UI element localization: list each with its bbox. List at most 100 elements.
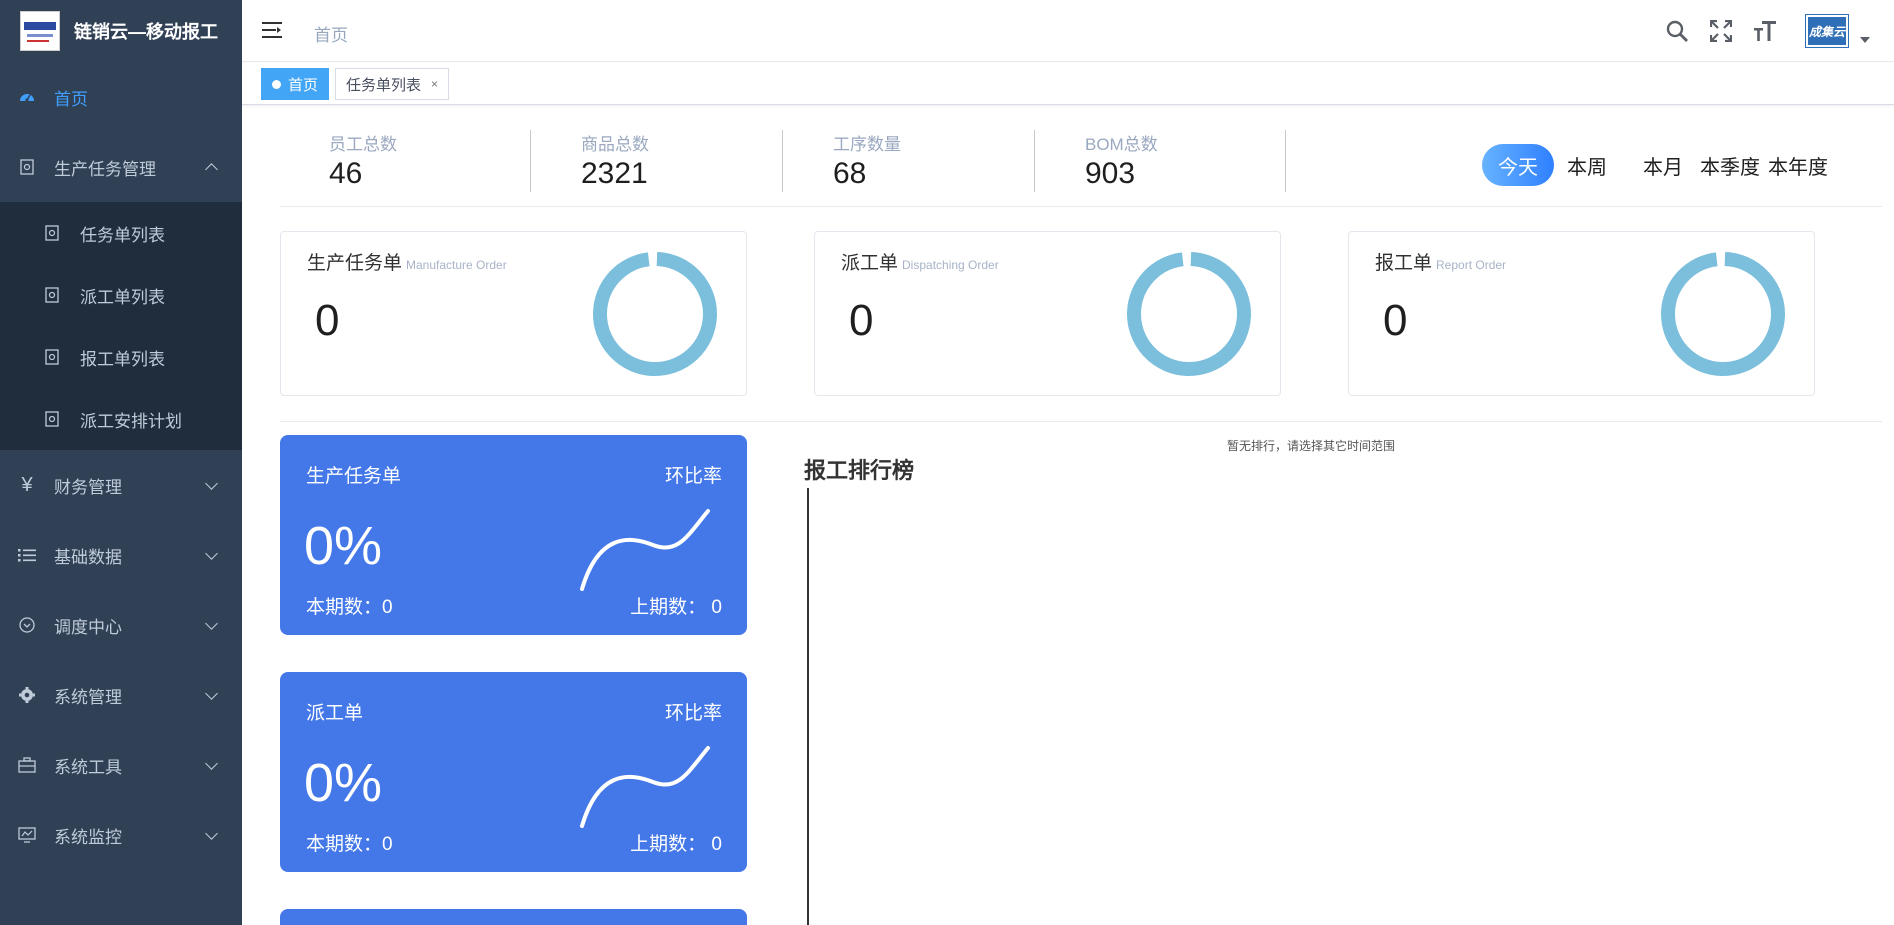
header-actions: 成集云 <box>1664 0 1894 62</box>
list-icon <box>18 546 36 564</box>
stat-employees: 员工总数 46 <box>329 130 579 194</box>
current-period: 本期数：0 <box>306 597 393 618</box>
current-period: 本期数：0 <box>306 834 393 855</box>
sidebar-item-home[interactable]: 首页 <box>0 62 242 132</box>
card-subtitle: Report Order <box>1436 258 1507 272</box>
sidebar-item-system[interactable]: 系统管理 <box>0 660 242 730</box>
app-title: 链销云—移动报工 <box>74 22 218 42</box>
sidebar-item-label: 派工单列表 <box>80 287 165 307</box>
sidebar-item-dispatch-list[interactable]: 派工单列表 <box>0 264 242 326</box>
dashboard-icon <box>18 88 36 106</box>
doc-icon <box>44 411 60 427</box>
sidebar-item-label: 报工单列表 <box>80 349 165 369</box>
submenu-production: 任务单列表 派工单列表 报工单列表 派工安排计划 <box>0 202 242 450</box>
sidebar-item-scheduler[interactable]: 调度中心 <box>0 590 242 660</box>
tag-home[interactable]: 首页 <box>261 68 330 100</box>
sidebar-item-production[interactable]: 生产任务管理 <box>0 132 242 202</box>
card-title: 报工单 Report Order <box>1375 253 1507 274</box>
card-count: 0 <box>315 296 340 345</box>
sidebar-item-label: 派工安排计划 <box>80 411 182 431</box>
logo-bar: 链销云—移动报工 <box>0 0 242 62</box>
ratio-label: 环比率 <box>664 466 722 487</box>
chevron-down-icon <box>205 827 218 840</box>
sidebar-item-label: 系统管理 <box>54 687 122 707</box>
time-range-selector: 今天 本周 本月 本季度 本年度 <box>1482 144 1832 186</box>
doc-icon <box>44 287 60 303</box>
font-size-icon[interactable] <box>1752 18 1778 44</box>
tag-task-list[interactable]: 任务单列表 × <box>335 68 450 100</box>
card-manufacture-order: 生产任务单 Manufacture Order 0 <box>280 231 747 396</box>
sidebar-item-label: 调度中心 <box>54 617 122 637</box>
sidebar-item-task-list[interactable]: 任务单列表 <box>0 202 242 264</box>
card-subtitle: Dispatching Order <box>902 258 999 272</box>
range-today[interactable]: 今天 <box>1482 144 1554 186</box>
sidebar-item-finance[interactable]: ¥ 财务管理 <box>0 450 242 520</box>
divider <box>1034 130 1035 192</box>
app-logo <box>20 11 60 51</box>
range-week[interactable]: 本周 <box>1554 144 1620 186</box>
ratio-percent: 0% <box>304 516 383 576</box>
stat-value: 46 <box>329 157 363 190</box>
sidebar-item-tools[interactable]: 系统工具 <box>0 730 242 800</box>
chevron-down-icon <box>205 477 218 490</box>
search-icon[interactable] <box>1664 18 1690 44</box>
yen-icon: ¥ <box>21 473 33 496</box>
stat-value: 2321 <box>581 157 648 190</box>
divider <box>1285 130 1286 192</box>
sidebar-item-monitor[interactable]: 系统监控 <box>0 800 242 870</box>
sidebar-item-report-list[interactable]: 报工单列表 <box>0 326 242 388</box>
range-quarter[interactable]: 本季度 <box>1696 144 1764 186</box>
sidebar-item-dispatch-plan[interactable]: 派工安排计划 <box>0 388 242 450</box>
card-report-order: 报工单 Report Order 0 <box>1348 231 1815 396</box>
ratio-card-dispatching: 派工单 环比率 0% 本期数：0 上期数： 0 <box>280 672 747 872</box>
fullscreen-icon[interactable] <box>1708 18 1734 44</box>
ranking-title: 报工排行榜 <box>804 458 915 483</box>
stat-label: 商品总数 <box>581 135 649 154</box>
circle-check-icon <box>18 616 36 634</box>
trend-sparkline <box>580 746 710 828</box>
chevron-down-icon <box>205 757 218 770</box>
sidebar-item-label: 任务单列表 <box>80 225 165 245</box>
card-subtitle: Manufacture Order <box>406 258 507 272</box>
sidebar-item-label: 财务管理 <box>54 477 122 497</box>
stat-label: 员工总数 <box>329 135 397 154</box>
card-count: 0 <box>1383 296 1408 345</box>
range-month[interactable]: 本月 <box>1630 144 1696 186</box>
ratio-label: 环比率 <box>664 703 722 724</box>
hamburger-icon[interactable] <box>262 20 282 40</box>
chevron-down-icon <box>205 687 218 700</box>
ranking-axis <box>807 488 809 925</box>
ratio-card-report <box>280 909 747 925</box>
avatar[interactable]: 成集云 <box>1806 15 1848 47</box>
stat-processes: 工序数量 68 <box>833 130 1083 194</box>
divider <box>782 130 783 192</box>
stat-label: BOM总数 <box>1085 135 1158 154</box>
tag-label: 任务单列表 <box>346 76 422 94</box>
sidebar-item-label: 系统监控 <box>54 827 122 847</box>
active-dot-icon <box>272 79 281 89</box>
stat-products: 商品总数 2321 <box>581 130 831 194</box>
sidebar-item-label: 首页 <box>54 89 88 109</box>
breadcrumb: 首页 <box>314 26 348 45</box>
stat-label: 工序数量 <box>833 135 901 154</box>
sidebar: 链销云—移动报工 首页 生产任务管理 任务单列表 派工单列表 报工单列表 派工安… <box>0 0 242 925</box>
monitor-icon <box>18 826 36 844</box>
card-count: 0 <box>849 296 874 345</box>
sidebar-item-basic-data[interactable]: 基础数据 <box>0 520 242 590</box>
ratio-card-title: 生产任务单 <box>306 466 402 487</box>
close-icon[interactable]: × <box>431 77 438 91</box>
stat-value: 68 <box>833 157 867 190</box>
donut-chart <box>1661 252 1785 376</box>
top-navbar: 首页 成集云 <box>242 0 1894 62</box>
toolbox-icon <box>18 756 36 774</box>
divider <box>280 421 1882 422</box>
donut-chart <box>593 252 717 376</box>
chevron-up-icon <box>205 163 218 176</box>
task-icon <box>18 158 36 176</box>
sidebar-item-label: 系统工具 <box>54 757 122 777</box>
divider <box>530 130 531 192</box>
gear-icon <box>18 686 36 704</box>
doc-icon <box>44 225 60 241</box>
caret-down-icon[interactable] <box>1860 37 1870 43</box>
range-year[interactable]: 本年度 <box>1764 144 1832 186</box>
